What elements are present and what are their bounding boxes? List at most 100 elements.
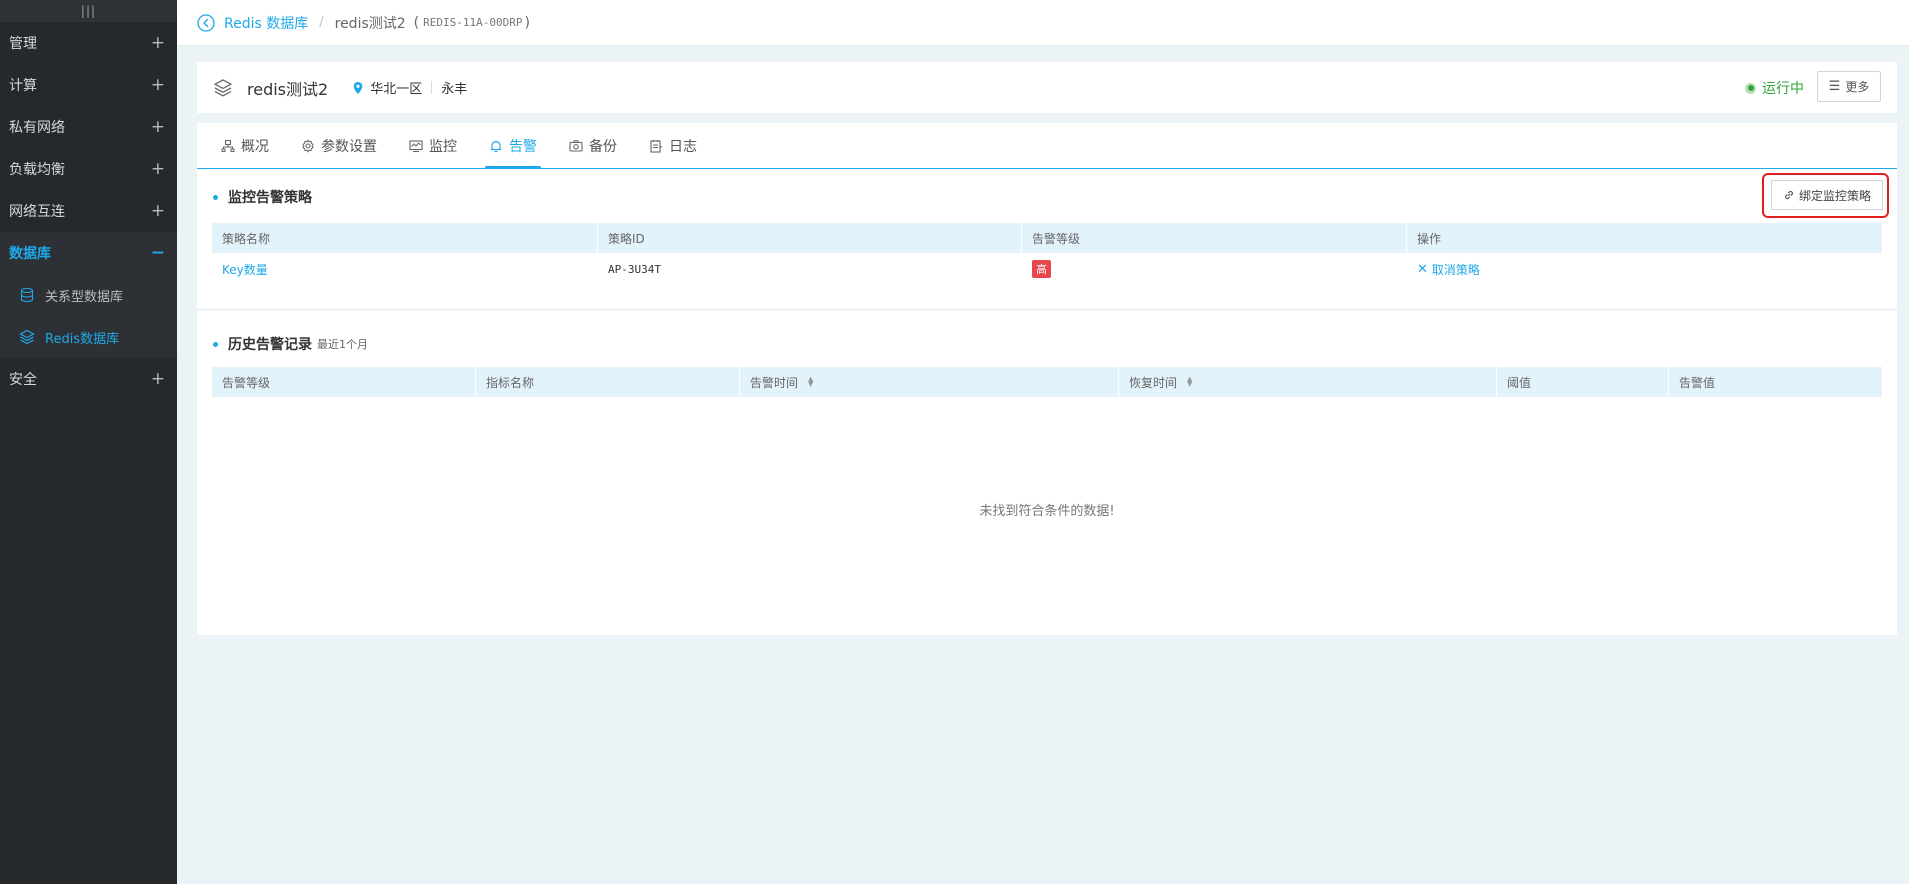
close-icon: ✕ xyxy=(1417,261,1428,277)
tab-label: 概况 xyxy=(241,138,269,155)
tab-label: 日志 xyxy=(669,138,697,155)
breadcrumb-current: redis测试2 xyxy=(334,15,406,32)
tab-backup[interactable]: 备份 xyxy=(569,123,617,168)
column-header: 阈值 xyxy=(1497,367,1669,397)
tab-alarm[interactable]: 告警 xyxy=(485,123,541,169)
plus-icon: + xyxy=(150,75,165,95)
sidebar-item-vpc[interactable]: 私有网络 + xyxy=(0,106,177,148)
layers-icon xyxy=(19,329,35,345)
more-button[interactable]: ☰ 更多 xyxy=(1817,71,1881,102)
sidebar-item-load-balancer[interactable]: 负载均衡 + xyxy=(0,148,177,190)
table-row: Key数量 AP-3U34T 高 ✕ 取消策略 xyxy=(212,253,1882,285)
camera-icon xyxy=(569,139,583,153)
sidebar-item-management[interactable]: 管理 + xyxy=(0,22,177,64)
plus-icon: + xyxy=(150,201,165,221)
policy-section-title: 监控告警策略 xyxy=(213,187,312,207)
tab-monitor[interactable]: 监控 xyxy=(409,123,457,168)
column-header: 策略名称 xyxy=(212,223,598,253)
breadcrumb-parent-link[interactable]: Redis 数据库 xyxy=(224,13,308,33)
sidebar-collapse-handle[interactable]: ||| xyxy=(0,0,177,22)
sort-icon: ▲ ▼ xyxy=(1187,375,1193,388)
breadcrumb-separator: / xyxy=(319,15,324,30)
tab-bar: 概况 参数设置 监控 告警 备份 日志 xyxy=(197,123,1897,169)
instance-name: redis测试2 xyxy=(247,79,329,99)
bell-icon xyxy=(489,139,503,153)
sidebar-subitem-rdb[interactable]: 关系型数据库 xyxy=(0,274,177,316)
sidebar-item-compute[interactable]: 计算 + xyxy=(0,64,177,106)
plus-icon: + xyxy=(150,159,165,179)
plus-icon: + xyxy=(150,117,165,137)
policy-table-header: 策略名称 策略ID 告警等级 操作 xyxy=(212,223,1882,253)
bind-policy-label: 绑定监控策略 xyxy=(1798,188,1871,203)
column-header: 指标名称 xyxy=(476,367,740,397)
sidebar-item-label: 私有网络 xyxy=(9,120,65,136)
policy-table: 策略名称 策略ID 告警等级 操作 Key数量 AP-3U34T 高 ✕ 取消策… xyxy=(212,223,1882,285)
tab-label: 备份 xyxy=(589,138,617,155)
zone-label: 永丰 xyxy=(441,82,468,97)
tab-overview[interactable]: 概况 xyxy=(221,123,269,168)
overview-icon xyxy=(221,139,235,153)
tab-log[interactable]: 日志 xyxy=(649,123,697,168)
sort-icon: ▲ ▼ xyxy=(808,375,814,388)
link-icon xyxy=(1783,189,1795,201)
breadcrumb-paren-open: ( xyxy=(413,14,420,31)
sidebar-item-label: 负载均衡 xyxy=(9,162,65,178)
column-header-sortable[interactable]: 恢复时间 ▲ ▼ xyxy=(1119,367,1497,397)
sidebar: ||| 管理 + 计算 + 私有网络 + 负载均衡 + 网络互连 + 数据库 − 关系型数据… xyxy=(0,0,177,884)
column-header: 告警值 xyxy=(1679,375,1716,390)
tab-settings[interactable]: 参数设置 xyxy=(301,123,377,168)
policy-name-link[interactable]: Key数量 xyxy=(222,261,268,278)
sidebar-subitem-label: 关系型数据库 xyxy=(45,289,124,305)
status-text: 运行中 xyxy=(1762,81,1804,97)
history-table-header: 告警等级 指标名称 告警时间 ▲ ▼ 恢复时间 ▲ ▼ 阈值 告警值 xyxy=(212,367,1882,397)
sidebar-item-interconnect[interactable]: 网络互连 + xyxy=(0,190,177,232)
back-circle-icon[interactable] xyxy=(196,13,216,33)
history-title-text: 历史告警记录 xyxy=(228,337,312,353)
column-header: 策略ID xyxy=(598,223,1022,253)
policy-id: AP-3U34T xyxy=(608,262,661,276)
bullet-dot-icon xyxy=(213,341,218,347)
sidebar-subitem-label: Redis数据库 xyxy=(45,331,120,347)
instance-header: redis测试2 华北一区 永丰 运行中 ☰ 更多 xyxy=(197,62,1897,113)
history-section-title: 历史告警记录 最近1个月 xyxy=(213,334,368,354)
log-icon xyxy=(649,139,663,153)
sidebar-item-label: 安全 xyxy=(9,372,37,388)
sidebar-item-database[interactable]: 数据库 − xyxy=(0,232,177,274)
tab-label: 参数设置 xyxy=(321,138,377,155)
column-header-label: 恢复时间 xyxy=(1129,375,1178,390)
settings-icon xyxy=(301,138,315,153)
monitor-icon xyxy=(409,139,423,153)
bind-policy-button[interactable]: 绑定监控策略 xyxy=(1771,180,1883,210)
section-divider xyxy=(197,308,1897,311)
status-dot-icon xyxy=(1745,82,1756,94)
sidebar-item-label: 数据库 xyxy=(9,246,51,262)
sidebar-item-label: 管理 xyxy=(9,36,37,52)
region-label: 华北一区 xyxy=(370,82,423,97)
policy-title-text: 监控告警策略 xyxy=(228,190,312,206)
database-submenu: 关系型数据库 Redis数据库 xyxy=(0,274,177,358)
sidebar-item-security[interactable]: 安全 + xyxy=(0,358,177,400)
breadcrumb: Redis 数据库 / redis测试2 ( REDIS-11A-00DRP ) xyxy=(177,0,1909,46)
location-pin-icon xyxy=(352,81,364,95)
tab-label: 告警 xyxy=(509,138,537,155)
status-indicator: 运行中 xyxy=(1745,78,1804,98)
menu-icon: ☰ xyxy=(1828,79,1841,94)
breadcrumb-instance-id: REDIS-11A-00DRP xyxy=(423,16,523,29)
column-header: 告警等级 xyxy=(1022,223,1407,253)
bullet-dot-icon xyxy=(213,194,218,200)
database-icon xyxy=(19,287,35,303)
region-divider xyxy=(431,81,433,94)
tab-label: 监控 xyxy=(429,138,457,155)
more-button-label: 更多 xyxy=(1845,80,1870,94)
column-header: 操作 xyxy=(1417,231,1442,246)
sidebar-item-label: 网络互连 xyxy=(9,204,65,220)
cancel-policy-button[interactable]: ✕ 取消策略 xyxy=(1417,261,1480,278)
cancel-policy-label: 取消策略 xyxy=(1431,262,1480,277)
empty-state-text: 未找到符合条件的数据! xyxy=(979,504,1115,519)
history-table: 告警等级 指标名称 告警时间 ▲ ▼ 恢复时间 ▲ ▼ 阈值 告警值 xyxy=(212,367,1882,397)
plus-icon: + xyxy=(150,33,165,53)
sidebar-subitem-redis[interactable]: Redis数据库 xyxy=(0,316,177,358)
minus-icon: − xyxy=(150,243,165,263)
column-header: 告警等级 xyxy=(212,367,476,397)
column-header-sortable[interactable]: 告警时间 ▲ ▼ xyxy=(740,367,1119,397)
